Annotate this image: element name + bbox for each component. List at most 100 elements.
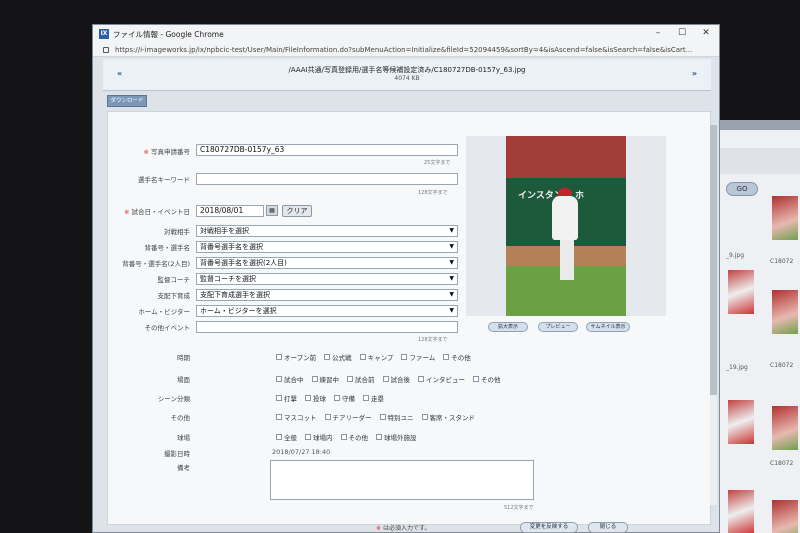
file-info-form: ※ 写真申請番号 C180727DB-0157y_63 25文字まで 選手名キー… [107,111,711,533]
game-date-label: ※ 試合日・イベント日 [123,208,190,216]
photo-number-hint: 25文字まで [424,160,451,166]
background-thumb-label: C18072 [770,460,794,467]
preview-button[interactable]: プレビュー [538,322,578,332]
remarks-textarea[interactable] [270,460,534,500]
coach-label: 監督コーチ [157,276,191,284]
background-thumbnail[interactable] [728,490,754,533]
scene-option[interactable]: 試合中 [276,374,304,384]
background-titlebar [712,120,800,130]
url-text: https://i-imageworks.jp/ix/npbcic-test/U… [115,45,693,54]
background-thumbnail[interactable] [772,196,798,240]
maximize-icon[interactable]: ☐ [675,27,689,39]
scrollbar-thumb[interactable] [710,125,717,395]
chevron-down-icon: ▼ [449,227,454,234]
photo-number-field[interactable]: C180727DB-0157y_63 [196,144,458,156]
photo-number-label: ※ 写真申請番号 [143,148,190,156]
period-option[interactable]: オープン前 [276,352,316,362]
remarks-label: 備考 [177,464,190,472]
stadium-option[interactable]: 球場内 [305,432,333,442]
background-thumb-label: _9.jpg [726,252,745,259]
clear-date-button[interactable]: クリア [282,205,312,217]
scene-option[interactable]: 練習中 [311,374,339,384]
file-size: 4074 KB [394,75,420,82]
scene-type-label: シーン分類 [157,395,190,403]
background-thumbnail[interactable] [772,290,798,334]
background-searchbar: GO [712,148,800,196]
shot-datetime-value: 2018/07/27 18:40 [272,448,331,456]
background-thumb-label: C18072 [770,362,794,369]
required-note: ※ は必須入力です。 [376,525,431,532]
coach-select[interactable]: 監督コーチを選択 ▼ [196,273,458,285]
other-event-field[interactable] [196,321,458,333]
scene-option[interactable]: インタビュー [418,374,465,384]
scene-options: 試合中 練習中 試合前 試合後 インタビュー その他 [276,374,501,384]
file-path-bar: « /AAAI共通/写真登録用/選手名等候補設定済み/C180727DB-015… [103,59,711,91]
player2-select[interactable]: 背番号選手名を選択(2人目) ▼ [196,257,458,269]
scene-option[interactable]: その他 [473,374,501,384]
scene-option[interactable]: 試合後 [382,374,410,384]
home-visitor-select[interactable]: ホーム・ビジターを選択 ▼ [196,305,458,317]
other-event-hint: 128文字まで [418,337,448,343]
chevron-down-icon: ▼ [449,259,454,266]
farm-select[interactable]: 支配下育成選手を選択 ▼ [196,289,458,301]
photo-thumbnail[interactable]: インスタント ホ [506,136,626,316]
stadium-label: 球場 [177,434,190,442]
close-icon[interactable]: ✕ [699,27,713,39]
minimize-icon[interactable]: – [651,27,665,39]
other-option[interactable]: 特別ユニ [379,412,414,422]
game-date-field[interactable]: 2018/08/01 [196,205,264,217]
stadium-option[interactable]: 球場外施設 [376,432,417,442]
other-option[interactable]: マスコット [276,412,317,422]
stadium-option[interactable]: その他 [340,432,368,442]
lock-icon [103,46,109,53]
chevron-down-icon: ▼ [449,291,454,298]
background-thumbnail[interactable] [728,400,754,444]
thumbnail-button[interactable]: サムネイル表示 [586,322,630,332]
address-bar[interactable]: https://i-imageworks.jp/ix/npbcic-test/U… [93,43,719,57]
chrome-window: IX ファイル情報 - Google Chrome – ☐ ✕ https://… [92,24,720,533]
background-window: GO C18072 _9.jpg C18072 _19.jpg C18072 [712,120,800,533]
period-option[interactable]: その他 [443,352,471,362]
close-button[interactable]: 閉じる [588,522,628,533]
next-file-button[interactable]: » [692,69,697,78]
go-button[interactable]: GO [726,182,758,196]
background-thumbnail[interactable] [772,500,798,533]
period-option[interactable]: キャンプ [359,352,393,362]
other-event-label: その他イベント [144,324,191,332]
player2-label: 背番号・選手名(2人目) [122,260,190,268]
player-select[interactable]: 背番号選手名を選択 ▼ [196,241,458,253]
chevron-down-icon: ▼ [449,307,454,314]
period-option[interactable]: ファーム [401,352,435,362]
photo-preview-area: インスタント ホ [466,136,666,316]
player-figure [552,196,578,240]
background-thumbnail[interactable] [772,406,798,450]
period-option[interactable]: 公式戦 [324,352,352,362]
scene-type-options: 打撃 投球 守備 走塁 [276,393,384,403]
window-titlebar: IX ファイル情報 - Google Chrome – ☐ ✕ [93,25,719,43]
opponent-select[interactable]: 対戦相手を選択 ▼ [196,225,458,237]
player-keyword-field[interactable] [196,173,458,185]
background-thumb-label: C18072 [770,258,794,265]
chevron-down-icon: ▼ [449,275,454,282]
other-option[interactable]: 客席・スタンド [421,412,475,422]
file-path: /AAAI共通/写真登録用/選手名等候補設定済み/C180727DB-0157y… [288,66,526,74]
remarks-hint: 512文字まで [504,505,534,511]
other-option[interactable]: チアリーダー [324,412,372,422]
background-thumbnail[interactable] [728,270,754,314]
scene-option[interactable]: 試合前 [347,374,375,384]
stadium-option[interactable]: 全般 [276,432,297,442]
download-button[interactable]: ダウンロード [107,95,147,107]
scene-type-option[interactable]: 守備 [334,393,355,403]
app-icon: IX [99,29,109,39]
scene-type-option[interactable]: 投球 [305,393,326,403]
enlarge-button[interactable]: 拡大表示 [488,322,528,332]
calendar-icon[interactable]: ▦ [266,205,278,216]
player-label: 背番号・選手名 [144,244,191,252]
shot-datetime-label: 撮影日時 [164,450,190,458]
scene-type-option[interactable]: 走塁 [363,393,384,403]
required-mark: ※ [123,208,130,216]
scene-type-option[interactable]: 打撃 [276,393,297,403]
scene-label: 場面 [177,376,190,384]
save-changes-button[interactable]: 変更を反映する [520,522,578,533]
period-options: オープン前 公式戦 キャンプ ファーム その他 [276,352,471,362]
